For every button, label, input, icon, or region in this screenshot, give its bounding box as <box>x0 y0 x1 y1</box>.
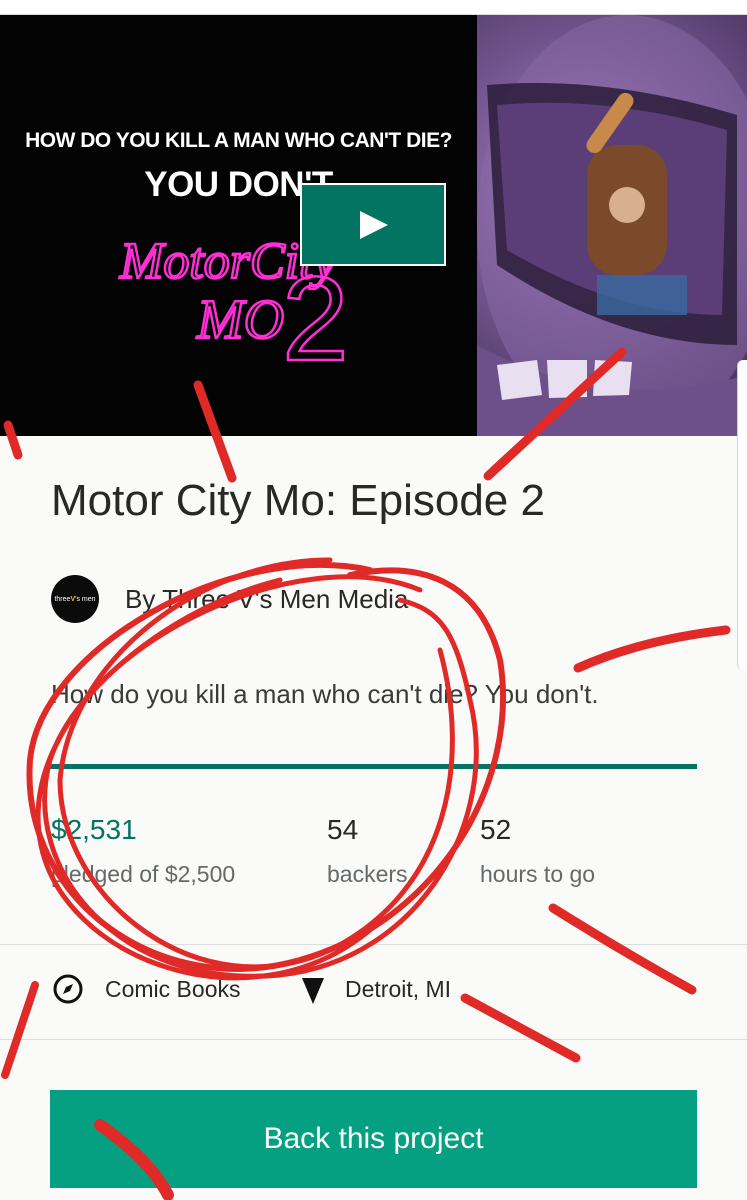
avatar-text-c: 's men <box>75 595 96 603</box>
play-video-button[interactable] <box>300 183 446 266</box>
hero-question-text: HOW DO YOU KILL A MAN WHO CAN'T DIE? <box>25 129 452 152</box>
backers-label: backers <box>327 861 408 887</box>
project-blurb: How do you kill a man who can't die? You… <box>51 679 599 709</box>
time-remaining-value: 52 <box>480 814 512 845</box>
creator-row[interactable]: three V 's men By Three V's Men Media <box>51 575 408 623</box>
annotation-stroke <box>460 993 581 1063</box>
divider <box>0 944 747 945</box>
category-link[interactable]: Comic Books <box>51 972 240 1006</box>
annotation-stroke <box>548 903 697 995</box>
logo-line-2: MO <box>196 289 284 351</box>
annotation-stroke <box>1 981 39 1079</box>
annotation-circle <box>42 574 479 979</box>
creator-name[interactable]: By Three V's Men Media <box>125 584 408 615</box>
annotation-circle <box>35 577 373 981</box>
funding-progress-bar <box>50 764 697 769</box>
annotation-stroke <box>573 625 731 673</box>
category-label[interactable]: Comic Books <box>105 976 240 1003</box>
location-pin-icon <box>296 972 330 1006</box>
time-remaining-label: hours to go <box>480 861 596 887</box>
project-video[interactable]: HOW DO YOU KILL A MAN WHO CAN'T DIE? YOU… <box>0 15 747 436</box>
compass-icon <box>51 972 85 1006</box>
creator-avatar[interactable]: three V 's men <box>51 575 99 623</box>
location-label[interactable]: Detroit, MI <box>345 976 451 1003</box>
pledged-amount: $2,531 <box>51 814 137 845</box>
comic-artwork-illustration <box>477 15 747 436</box>
video-thumbnail-artwork <box>477 15 747 436</box>
project-title: Motor City Mo: Episode 2 <box>51 476 545 525</box>
play-icon <box>360 211 388 239</box>
edge-panel-handle[interactable] <box>737 360 747 670</box>
pledged-label: pledged of $2,500 <box>51 861 236 887</box>
backers-count: 54 <box>327 814 359 845</box>
status-bar-edge <box>0 0 747 15</box>
logo-number: 2 <box>282 252 349 370</box>
back-this-project-button[interactable]: Back this project <box>50 1090 697 1188</box>
location-link[interactable]: Detroit, MI <box>296 972 451 1006</box>
avatar-text-a: three <box>54 595 71 603</box>
divider <box>0 1039 747 1040</box>
